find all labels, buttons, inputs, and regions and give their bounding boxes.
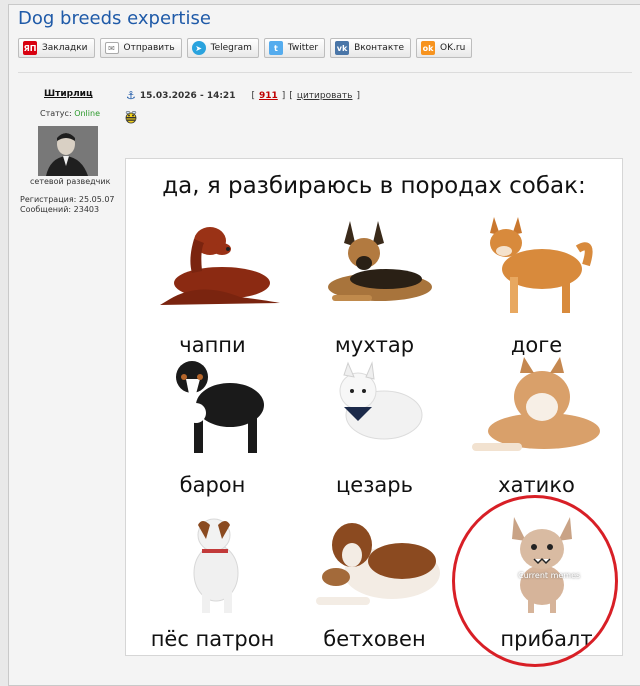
share-button-label: Закладки <box>42 43 88 53</box>
registration-date: Регистрация: 25.05.07 <box>20 195 115 204</box>
dog-cell-betkhoven: бетховен <box>292 503 457 651</box>
share-button-label: Вконтакте <box>354 43 405 53</box>
status-label: Статус: <box>40 109 72 118</box>
yandex-bookmarks-icon: ЯП <box>23 41 37 55</box>
shiba-inu-dog-icon <box>490 217 593 313</box>
akita-dog-icon <box>472 357 600 451</box>
saint-bernard-dog-icon <box>316 523 440 605</box>
bracket: ] <box>356 90 360 101</box>
dog-cell-baron: барон <box>130 349 295 497</box>
post-datetime: 15.03.2026 - 14:21 <box>139 90 236 101</box>
share-button-vk[interactable]: vk Вконтакте <box>330 38 412 58</box>
dog-cell-pes-patron: пёс патрон <box>130 503 295 651</box>
bracket: ] <box>281 90 286 101</box>
bernese-mountain-dog-icon <box>176 361 264 453</box>
share-toolbar: ЯП Закладки ✉ Отправить ➤ Telegram t Twi… <box>18 38 473 60</box>
divider <box>18 72 632 73</box>
post-number-link[interactable]: 911 <box>259 91 278 101</box>
share-button-label: Отправить <box>123 43 175 53</box>
dog-cell-chappi: чаппи <box>130 209 295 357</box>
ok-icon: ok <box>421 41 436 55</box>
share-button-label: Telegram <box>210 43 252 53</box>
avatar[interactable] <box>38 126 98 176</box>
dog-cell-khatiko: хатико <box>454 349 619 497</box>
german-shepherd-dog-icon <box>328 221 432 301</box>
post-meta: ⚓ 15.03.2026 - 14:21 [ 911 ] [ цитироват… <box>126 89 360 102</box>
share-button-ok[interactable]: ok OK.ru <box>416 38 473 58</box>
telegram-icon: ➤ <box>191 41 206 55</box>
dog-cell-doge: доге <box>454 209 619 357</box>
bee-emoticon-icon <box>124 109 138 124</box>
quote-link[interactable]: цитировать <box>297 91 353 101</box>
mail-icon: ✉ <box>104 42 119 54</box>
meme-header: да, я разбираюсь в породах собак: <box>162 173 586 199</box>
dog-label: цезарь <box>336 473 413 497</box>
anchor-icon[interactable]: ⚓ <box>126 89 136 102</box>
message-count: Сообщений: 23403 <box>20 205 100 214</box>
twitter-icon: t <box>268 41 283 55</box>
dog-label: барон <box>179 473 246 497</box>
share-button-bookmarks[interactable]: ЯП Закладки <box>18 38 95 58</box>
dog-label: пёс патрон <box>150 627 275 651</box>
bracket: [ <box>251 90 255 101</box>
irish-setter-dog-icon <box>160 227 280 305</box>
status-value: Online <box>74 109 100 118</box>
dog-label: хатико <box>498 473 575 497</box>
share-button-twitter[interactable]: t Twitter <box>263 38 326 58</box>
jack-russell-dog-icon <box>193 518 239 613</box>
avatar-portrait-icon <box>38 126 98 176</box>
vk-icon: vk <box>335 41 350 55</box>
dog-label: бетховен <box>323 627 426 651</box>
highlight-circle <box>452 495 618 667</box>
share-button-label: Twitter <box>287 43 319 53</box>
user-stats: Регистрация: 25.05.07 Сообщений: 23403 <box>20 195 115 215</box>
bracket: [ <box>289 90 293 101</box>
dog-cell-mukhtar: мухтар <box>292 209 457 357</box>
post-author-link[interactable]: Штирлиц <box>44 89 93 99</box>
share-button-label: OK.ru <box>440 43 466 53</box>
westie-dog-icon <box>339 361 423 440</box>
user-status: Статус: Online <box>40 109 100 118</box>
thread-title[interactable]: Dog breeds expertise <box>18 8 211 29</box>
share-button-telegram[interactable]: ➤ Telegram <box>186 38 259 58</box>
user-rank: сетевой разведчик <box>30 177 111 186</box>
share-button-mail[interactable]: ✉ Отправить <box>99 38 182 58</box>
dog-cell-tsezar: цезарь <box>292 349 457 497</box>
